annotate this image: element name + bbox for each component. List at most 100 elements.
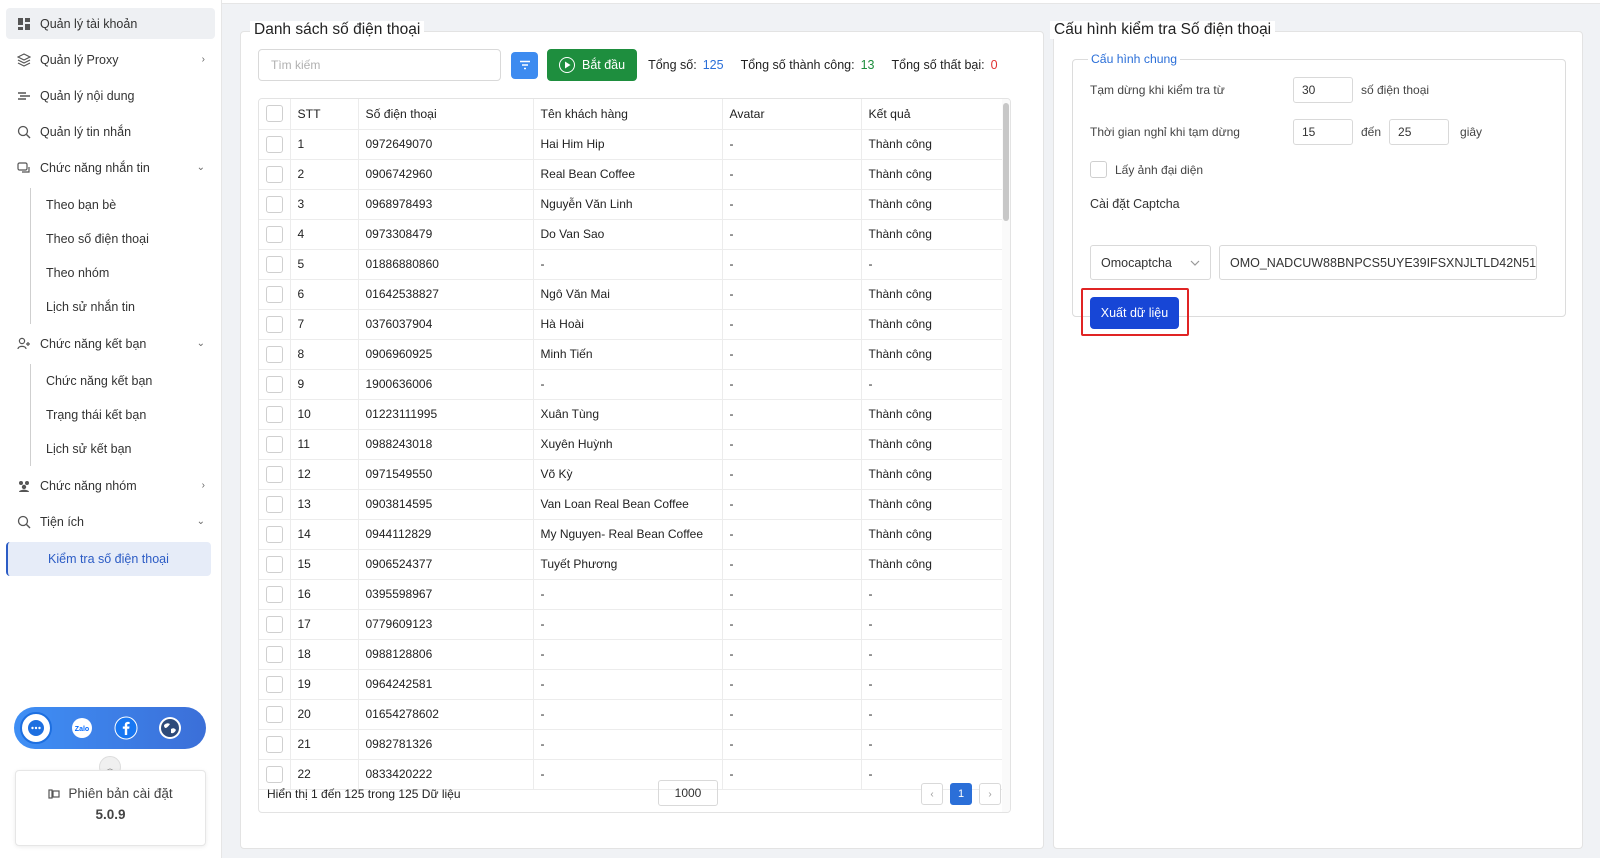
- row-select-cell[interactable]: [259, 609, 291, 640]
- scrollbar-thumb[interactable]: [1003, 103, 1009, 221]
- sidebar-item-by-group[interactable]: Theo nhóm: [31, 256, 221, 290]
- row-checkbox[interactable]: [266, 285, 283, 303]
- row-checkbox[interactable]: [266, 585, 283, 603]
- row-select-cell[interactable]: [259, 729, 291, 760]
- table-row[interactable]: 7 0376037904 Hà Hoài - Thành công: [259, 309, 1005, 340]
- table-row[interactable]: 9 1900636006- - -: [259, 369, 1005, 400]
- row-select-cell[interactable]: [259, 459, 291, 490]
- rest-from-input[interactable]: 15: [1293, 119, 1353, 145]
- table-scrollbar[interactable]: [1002, 99, 1010, 812]
- avatar-row[interactable]: Lấy ảnh đại diện: [1090, 161, 1203, 178]
- zalo-icon[interactable]: Zalo: [66, 712, 98, 744]
- sidebar-item-friends[interactable]: Chức năng kết bạn ⌄: [6, 328, 215, 359]
- row-checkbox[interactable]: [266, 555, 283, 573]
- row-select-cell[interactable]: [259, 159, 291, 190]
- prev-page-button[interactable]: ‹: [921, 783, 943, 805]
- export-data-button[interactable]: Xuất dữ liệu: [1090, 297, 1179, 329]
- select-all-cell[interactable]: [259, 99, 291, 130]
- row-checkbox[interactable]: [266, 135, 283, 153]
- page-button[interactable]: 1: [950, 783, 972, 805]
- sidebar-item-by-friends[interactable]: Theo bạn bè: [31, 188, 221, 222]
- table-row[interactable]: 2 0906742960 Real Bean Coffee - Thành công: [259, 159, 1005, 190]
- table-row[interactable]: 11 0988243018 Xuyên Huỳnh - Thành công: [259, 429, 1005, 460]
- table-row[interactable]: 3 0968978493 Nguyễn Văn Linh - Thành công: [259, 189, 1005, 220]
- table-row[interactable]: 10 01223111995 Xuân Tùng - Thành công: [259, 399, 1005, 430]
- row-select-cell[interactable]: [259, 429, 291, 460]
- row-checkbox[interactable]: [266, 375, 283, 393]
- sidebar-item-friend-status[interactable]: Trạng thái kết bạn: [31, 398, 221, 432]
- row-select-cell[interactable]: [259, 249, 291, 280]
- column-header[interactable]: Avatar: [722, 99, 862, 130]
- column-header[interactable]: STT: [290, 99, 359, 130]
- pause-count-input[interactable]: 30: [1293, 77, 1353, 103]
- row-select-cell[interactable]: [259, 339, 291, 370]
- row-checkbox[interactable]: [266, 465, 283, 483]
- globe-icon[interactable]: [154, 712, 186, 744]
- search-input[interactable]: [258, 49, 501, 81]
- sidebar-item-by-phone[interactable]: Theo số điện thoại: [31, 222, 221, 256]
- sidebar-item-proxy[interactable]: Quản lý Proxy ›: [6, 44, 215, 75]
- filter-button[interactable]: [511, 51, 538, 79]
- sidebar-item-add-friends[interactable]: Chức năng kết bạn: [31, 364, 221, 398]
- row-select-cell[interactable]: [259, 699, 291, 730]
- row-checkbox[interactable]: [266, 255, 283, 273]
- row-select-cell[interactable]: [259, 309, 291, 340]
- row-select-cell[interactable]: [259, 189, 291, 220]
- row-checkbox[interactable]: [266, 165, 283, 183]
- row-select-cell[interactable]: [259, 579, 291, 610]
- row-checkbox[interactable]: [266, 315, 283, 333]
- row-select-cell[interactable]: [259, 519, 291, 550]
- row-select-cell[interactable]: [259, 549, 291, 580]
- facebook-icon[interactable]: [110, 712, 142, 744]
- row-select-cell[interactable]: [259, 669, 291, 700]
- start-button[interactable]: Bắt đầu: [547, 49, 638, 81]
- row-select-cell[interactable]: [259, 399, 291, 430]
- row-select-cell[interactable]: [259, 219, 291, 250]
- table-row[interactable]: 5 01886880860- - -: [259, 249, 1005, 280]
- row-select-cell[interactable]: [259, 129, 291, 160]
- row-select-cell[interactable]: [259, 489, 291, 520]
- row-checkbox[interactable]: [266, 615, 283, 633]
- sidebar-item-friend-history[interactable]: Lịch sử kết bạn: [31, 432, 221, 466]
- table-row[interactable]: 1 0972649070 Hai Him Hip - Thành công: [259, 129, 1005, 160]
- row-checkbox[interactable]: [266, 345, 283, 363]
- row-checkbox[interactable]: [266, 675, 283, 693]
- table-row[interactable]: 21 0982781326- - -: [259, 729, 1005, 760]
- table-row[interactable]: 14 0944112829 My Nguyen- Real Bean Coffee -…: [259, 519, 1005, 550]
- sidebar-item-groups[interactable]: Chức năng nhóm ›: [6, 470, 215, 501]
- captcha-key-input[interactable]: OMO_NADCUW88BNPCS5UYE39IFSXNJLTLD42N51UV…: [1219, 245, 1537, 280]
- row-select-cell[interactable]: [259, 279, 291, 310]
- row-select-cell[interactable]: [259, 369, 291, 400]
- sidebar-item-content[interactable]: Quản lý nội dung: [6, 80, 215, 111]
- column-header[interactable]: Kết quả: [861, 99, 1005, 130]
- rest-to-input[interactable]: 25: [1389, 119, 1450, 145]
- next-page-button[interactable]: ›: [979, 783, 1001, 805]
- table-row[interactable]: 12 0971549550 Võ Kỳ - Thành công: [259, 459, 1005, 490]
- sidebar-item-messaging[interactable]: Chức năng nhắn tin ⌄: [6, 152, 215, 183]
- column-header[interactable]: Tên khách hàng: [533, 99, 723, 130]
- row-checkbox[interactable]: [266, 645, 283, 663]
- table-row[interactable]: 16 0395598967- - -: [259, 579, 1005, 610]
- page-size-input[interactable]: 1000: [658, 780, 718, 806]
- sidebar-item-message-history[interactable]: Lịch sử nhắn tin: [31, 290, 221, 324]
- table-row[interactable]: 4 0973308479 Do Van Sao - Thành công: [259, 219, 1005, 250]
- select-all-checkbox[interactable]: [266, 105, 283, 123]
- table-row[interactable]: 19 0964242581- - -: [259, 669, 1005, 700]
- sidebar-item-messages[interactable]: Quản lý tin nhắn: [6, 116, 215, 147]
- row-checkbox[interactable]: [266, 195, 283, 213]
- captcha-provider-select[interactable]: Omocaptcha: [1090, 245, 1211, 280]
- table-row[interactable]: 17 0779609123- - -: [259, 609, 1005, 640]
- row-checkbox[interactable]: [266, 225, 283, 243]
- support-icon[interactable]: [20, 712, 52, 744]
- row-checkbox[interactable]: [266, 495, 283, 513]
- row-select-cell[interactable]: [259, 639, 291, 670]
- row-checkbox[interactable]: [266, 435, 283, 453]
- table-row[interactable]: 13 0903814595 Van Loan Real Bean Coffee - Th…: [259, 489, 1005, 520]
- sidebar-item-utilities[interactable]: Tiện ích ⌄: [6, 506, 215, 537]
- row-checkbox[interactable]: [266, 405, 283, 423]
- table-row[interactable]: 18 0988128806- - -: [259, 639, 1005, 670]
- table-row[interactable]: 8 0906960925 Minh Tiến - Thành công: [259, 339, 1005, 370]
- table-row[interactable]: 15 0906524377 Tuyết Phương - Thành công: [259, 549, 1005, 580]
- row-checkbox[interactable]: [266, 705, 283, 723]
- avatar-checkbox[interactable]: [1090, 161, 1107, 178]
